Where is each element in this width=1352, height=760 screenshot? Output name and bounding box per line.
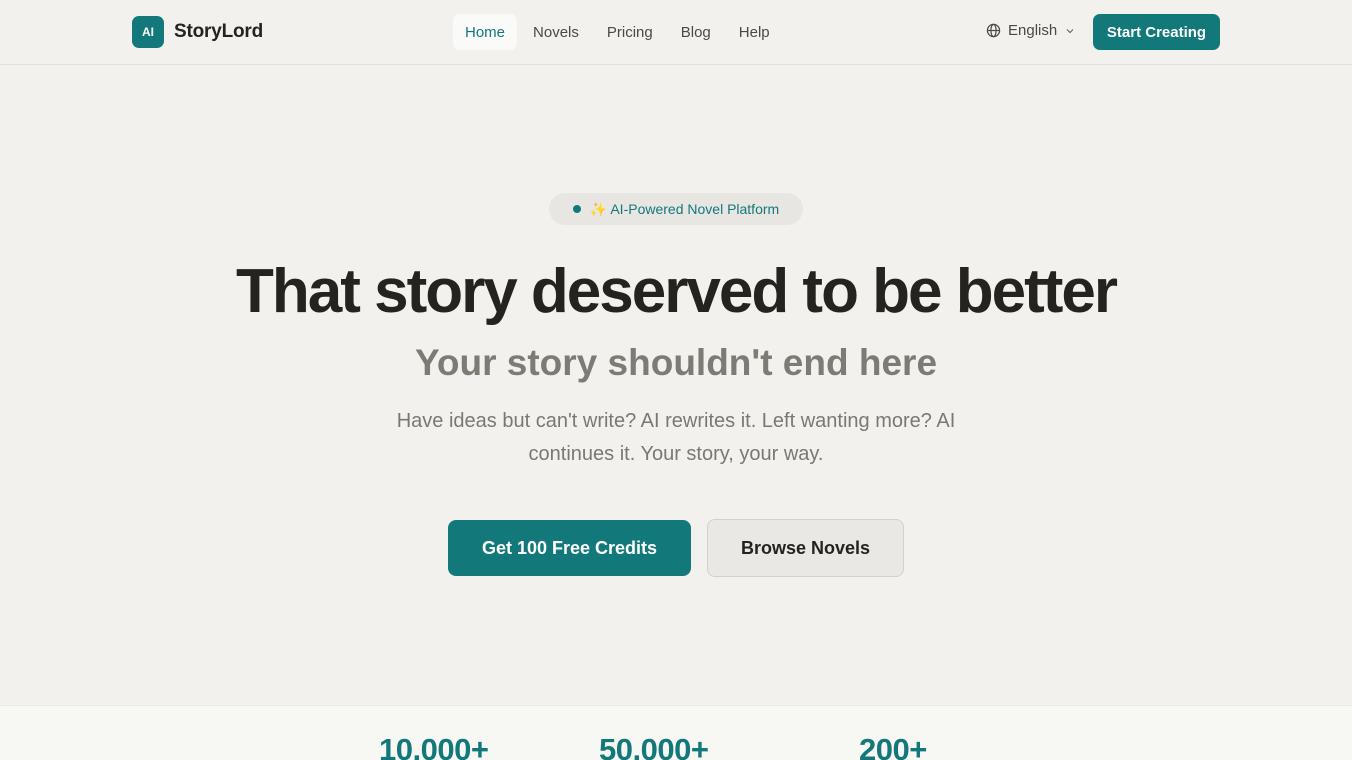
language-label: English (1008, 22, 1058, 39)
nav-item-blog[interactable]: Blog (669, 14, 723, 50)
hero-description: Have ideas but can't write? AI rewrites … (396, 410, 956, 465)
get-free-credits-button[interactable]: Get 100 Free Credits (448, 520, 691, 576)
stat-value: 50,000+ (599, 732, 709, 760)
stat-value: 200+ (859, 732, 927, 760)
brand-name: StoryLord (174, 21, 263, 42)
badge-label: ✨ AI-Powered Novel Platform (589, 200, 780, 217)
chevron-down-icon (1065, 26, 1075, 36)
start-creating-button[interactable]: Start Creating (1093, 14, 1220, 50)
main-nav: Home Novels Pricing Blog Help (453, 14, 786, 50)
nav-item-pricing[interactable]: Pricing (595, 14, 665, 50)
site-header: AI StoryLord Home Novels Pricing Blog He… (0, 0, 1352, 65)
stat-value: 10,000+ (379, 732, 489, 760)
browse-novels-button[interactable]: Browse Novels (707, 519, 904, 577)
language-selector[interactable]: English (986, 22, 1075, 39)
nav-item-home[interactable]: Home (453, 14, 518, 50)
logo[interactable]: AI StoryLord (132, 16, 263, 48)
hero-subtitle: Your story shouldn't end here (414, 342, 938, 383)
nav-item-novels[interactable]: Novels (521, 14, 591, 50)
logo-mark: AI (132, 16, 164, 48)
stats-section: 10,000+ 50,000+ 200+ (0, 705, 1352, 760)
status-dot (572, 205, 581, 213)
nav-item-help[interactable]: Help (727, 14, 782, 50)
hero-badge: ✨ AI-Powered Novel Platform (549, 193, 803, 225)
globe-icon (986, 23, 1001, 38)
hero-title: That story deserved to be better (235, 257, 1118, 326)
